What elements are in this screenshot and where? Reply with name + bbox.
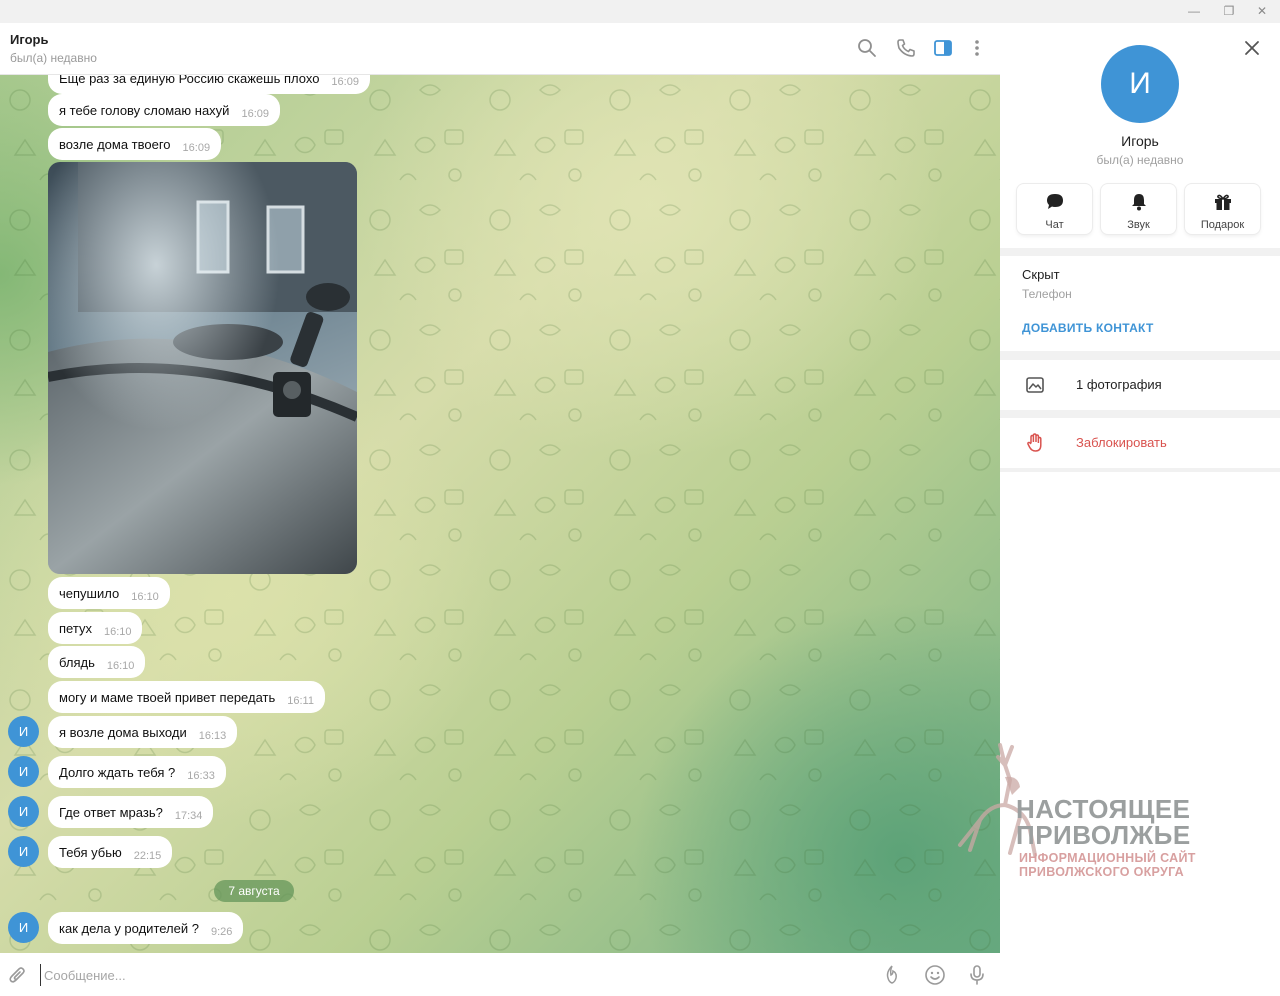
message-bubble[interactable]: Тебя убью 22:15 xyxy=(48,836,173,868)
message-text: чепушило xyxy=(59,585,120,601)
chat-icon xyxy=(1046,194,1063,209)
watermark-subtitle-1: ИНФОРМАЦИОННЫЙ САЙТ xyxy=(1019,851,1196,865)
sound-button[interactable]: Звук xyxy=(1101,184,1176,234)
bell-icon xyxy=(1131,194,1146,211)
message-time: 16:09 xyxy=(182,142,211,154)
message-text: блядь xyxy=(59,654,95,670)
sender-avatar[interactable]: И xyxy=(8,716,39,747)
restore-button[interactable]: ❐ xyxy=(1220,3,1238,19)
phone-value[interactable]: Скрыт xyxy=(1022,267,1060,282)
profile-name: Игорь xyxy=(1121,133,1159,149)
message-time: 22:15 xyxy=(133,850,162,862)
chat-button-label: Чат xyxy=(1045,219,1064,231)
sidebar-toggle-icon[interactable] xyxy=(932,37,954,59)
message-time: 16:33 xyxy=(187,770,215,782)
phone-icon[interactable] xyxy=(895,37,917,59)
message-time: 16:09 xyxy=(331,76,359,88)
window-close-button[interactable]: ✕ xyxy=(1253,3,1271,19)
photo-message[interactable] xyxy=(48,162,357,574)
car-dashcam-photo xyxy=(48,162,357,574)
block-label: Заблокировать xyxy=(1076,435,1167,450)
profile-status: был(а) недавно xyxy=(1096,153,1184,167)
message-time: 16:10 xyxy=(106,660,135,672)
sender-avatar[interactable]: И xyxy=(8,756,39,787)
photo-icon xyxy=(1026,377,1044,393)
sender-avatar[interactable]: И xyxy=(8,796,39,827)
message-text: я возле дома выходи xyxy=(59,724,187,740)
message-text: Еще раз за единую Россию скажешь плохо xyxy=(59,75,320,86)
microphone-icon[interactable] xyxy=(965,963,989,987)
block-hand-icon xyxy=(1027,433,1042,452)
watermark-subtitle-2: ПРИВОЛЖСКОГО ОКРУГА xyxy=(1019,865,1185,879)
sender-avatar[interactable]: И xyxy=(8,912,39,943)
photos-row[interactable]: 1 фотография xyxy=(1000,360,1280,410)
scheduled-reply-icon[interactable] xyxy=(880,963,904,987)
message-text: я тебе голову сломаю нахуй xyxy=(59,102,230,118)
message-time: 16:09 xyxy=(241,108,269,120)
close-icon[interactable] xyxy=(1242,38,1262,58)
message-time: 16:10 xyxy=(103,626,132,638)
message-text: Долго ждать тебя ? xyxy=(59,764,176,780)
watermark-title-2: ПРИВОЛЖЬЕ xyxy=(1016,820,1191,850)
phone-label: Телефон xyxy=(1022,287,1072,301)
message-time: 17:34 xyxy=(174,810,203,822)
message-bubble[interactable]: Долго ждать тебя ? 16:33 xyxy=(48,756,226,788)
chat-header: Игорь был(а) недавно xyxy=(0,23,1000,75)
message-time: 9:26 xyxy=(210,926,233,938)
message-bubble[interactable]: как дела у родителей ? 9:26 xyxy=(48,912,244,944)
message-bubble[interactable]: чепушило 16:10 xyxy=(48,577,170,609)
block-row[interactable]: Заблокировать xyxy=(1000,418,1280,468)
gift-button-label: Подарок xyxy=(1200,219,1245,231)
message-time: 16:10 xyxy=(131,591,159,603)
add-contact-button[interactable]: ДОБАВИТЬ КОНТАКТ xyxy=(1022,321,1154,335)
attach-icon[interactable] xyxy=(6,963,30,987)
message-bubble[interactable]: Еще раз за единую Россию скажешь плохо 1… xyxy=(48,75,370,94)
chat-messages-area[interactable]: Еще раз за единую Россию скажешь плохо 1… xyxy=(0,75,1000,953)
sidebar-empty-area xyxy=(1000,472,1280,996)
message-bubble[interactable]: возле дома твоего 16:09 xyxy=(48,128,222,160)
message-text: Где ответ мразь? xyxy=(59,804,163,820)
sender-avatar[interactable]: И xyxy=(8,836,39,867)
gift-button[interactable]: Подарок xyxy=(1185,184,1260,234)
chat-button[interactable]: Чат xyxy=(1017,184,1092,234)
message-bubble[interactable]: я возле дома выходи 16:13 xyxy=(48,716,238,748)
message-bubble[interactable]: блядь 16:10 xyxy=(48,646,146,678)
sound-button-label: Звук xyxy=(1127,219,1150,231)
window-titlebar: — ❐ ✕ xyxy=(0,0,1280,23)
message-text: могу и маме твоей привет передать xyxy=(59,689,276,705)
message-text: возле дома твоего xyxy=(59,136,171,152)
message-bubble[interactable]: Где ответ мразь? 17:34 xyxy=(48,796,214,828)
chat-title[interactable]: Игорь xyxy=(10,32,48,47)
chat-status: был(а) недавно xyxy=(10,51,97,65)
message-bubble[interactable]: могу и маме твоей привет передать 16:11 xyxy=(48,681,325,713)
message-composer xyxy=(0,953,1000,996)
message-text: Тебя убью xyxy=(59,844,122,860)
profile-avatar[interactable]: И xyxy=(1101,45,1179,123)
profile-header: И Игорь был(а) недавно Чат Звук Подарок xyxy=(1000,23,1280,248)
message-bubble[interactable]: петух 16:10 xyxy=(48,612,143,644)
message-input[interactable] xyxy=(40,964,840,986)
emoji-icon[interactable] xyxy=(923,963,947,987)
message-time: 16:11 xyxy=(287,695,314,707)
gift-icon xyxy=(1214,194,1231,210)
message-text: как дела у родителей ? xyxy=(59,920,199,936)
message-time: 16:13 xyxy=(198,730,227,742)
photos-label: 1 фотография xyxy=(1076,377,1162,392)
contact-info-section: Скрыт Телефон ДОБАВИТЬ КОНТАКТ xyxy=(1000,256,1280,351)
message-bubble[interactable]: я тебе голову сломаю нахуй 16:09 xyxy=(48,94,280,126)
message-text: петух xyxy=(59,620,92,636)
date-separator: 7 августа xyxy=(214,880,294,902)
minimize-button[interactable]: — xyxy=(1185,3,1203,19)
search-icon[interactable] xyxy=(856,37,878,59)
more-menu-icon[interactable] xyxy=(966,37,988,59)
